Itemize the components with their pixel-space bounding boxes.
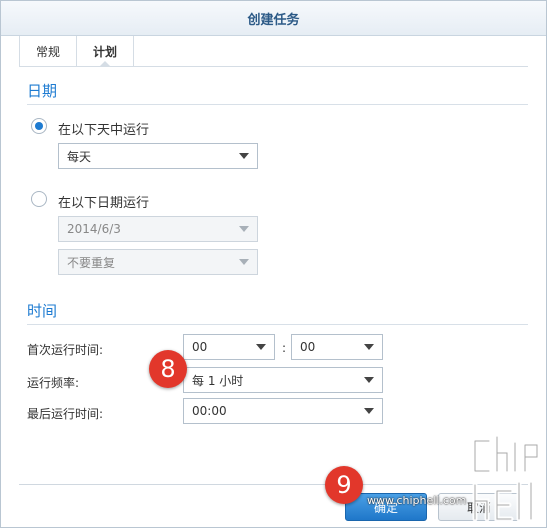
time-section-divider bbox=[27, 324, 528, 325]
radio-daily[interactable] bbox=[31, 118, 47, 134]
frequency-label: 运行频率: bbox=[27, 376, 80, 390]
frequency-select[interactable]: 每 1 小时 bbox=[183, 367, 383, 393]
watermark-url: www.chiphell.com bbox=[367, 494, 467, 507]
chevron-down-icon bbox=[364, 408, 374, 414]
annotation-badge-9: 9 bbox=[325, 466, 363, 504]
frequency-value: 每 1 小时 bbox=[192, 373, 244, 388]
chevron-down-icon bbox=[364, 377, 374, 383]
date-section-title: 日期 bbox=[27, 82, 58, 100]
chevron-down-icon bbox=[364, 344, 374, 350]
daily-select-value: 每天 bbox=[67, 149, 92, 164]
annotation-badge-8: 8 bbox=[149, 350, 187, 388]
chevron-down-icon bbox=[239, 226, 249, 232]
date-select-value: 2014/6/3 bbox=[67, 222, 121, 236]
tab-general[interactable]: 常规 bbox=[19, 36, 78, 66]
daily-select[interactable]: 每天 bbox=[58, 143, 258, 169]
radio-daily-label: 在以下天中运行 bbox=[58, 123, 150, 138]
last-run-value: 00:00 bbox=[192, 404, 227, 418]
first-run-hour-select[interactable]: 00 bbox=[183, 334, 275, 360]
time-separator: : bbox=[282, 341, 287, 355]
date-select[interactable]: 2014/6/3 bbox=[58, 216, 258, 242]
dialog-title: 创建任务 bbox=[1, 1, 546, 36]
chiphell-logo-watermark bbox=[472, 434, 540, 522]
chevron-down-icon bbox=[256, 344, 266, 350]
create-task-dialog: 创建任务 常规 计划 日期 在以下天中运行 每天 在以下日期运行 2014/6/… bbox=[0, 0, 547, 528]
radio-date[interactable] bbox=[31, 191, 47, 207]
chevron-down-icon bbox=[239, 153, 249, 159]
repeat-select-value: 不要重复 bbox=[67, 255, 116, 270]
first-run-minute-value: 00 bbox=[300, 340, 316, 354]
footer-divider bbox=[19, 484, 528, 485]
tab-divider bbox=[19, 66, 528, 67]
last-run-select[interactable]: 00:00 bbox=[183, 398, 383, 424]
last-run-label: 最后运行时间: bbox=[27, 407, 104, 421]
first-run-label: 首次运行时间: bbox=[27, 343, 104, 357]
first-run-hour-value: 00 bbox=[192, 340, 208, 354]
tab-schedule[interactable]: 计划 bbox=[77, 36, 135, 67]
repeat-select[interactable]: 不要重复 bbox=[58, 249, 258, 275]
date-section-divider bbox=[27, 104, 528, 105]
chevron-down-icon bbox=[239, 259, 249, 265]
time-section-title: 时间 bbox=[27, 302, 58, 320]
first-run-minute-select[interactable]: 00 bbox=[291, 334, 383, 360]
tab-bar: 常规 计划 bbox=[19, 36, 135, 67]
radio-date-label: 在以下日期运行 bbox=[58, 196, 150, 211]
